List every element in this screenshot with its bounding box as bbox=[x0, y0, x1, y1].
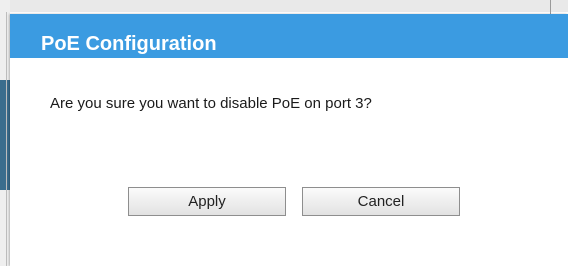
cancel-button[interactable]: Cancel bbox=[302, 187, 460, 216]
apply-button[interactable]: Apply bbox=[128, 187, 286, 216]
confirmation-message: Are you sure you want to disable PoE on … bbox=[50, 95, 372, 112]
background-page-top bbox=[0, 0, 568, 12]
background-page-border bbox=[6, 12, 7, 266]
background-page-panel bbox=[0, 80, 10, 190]
dialog-title: PoE Configuration bbox=[41, 33, 217, 55]
